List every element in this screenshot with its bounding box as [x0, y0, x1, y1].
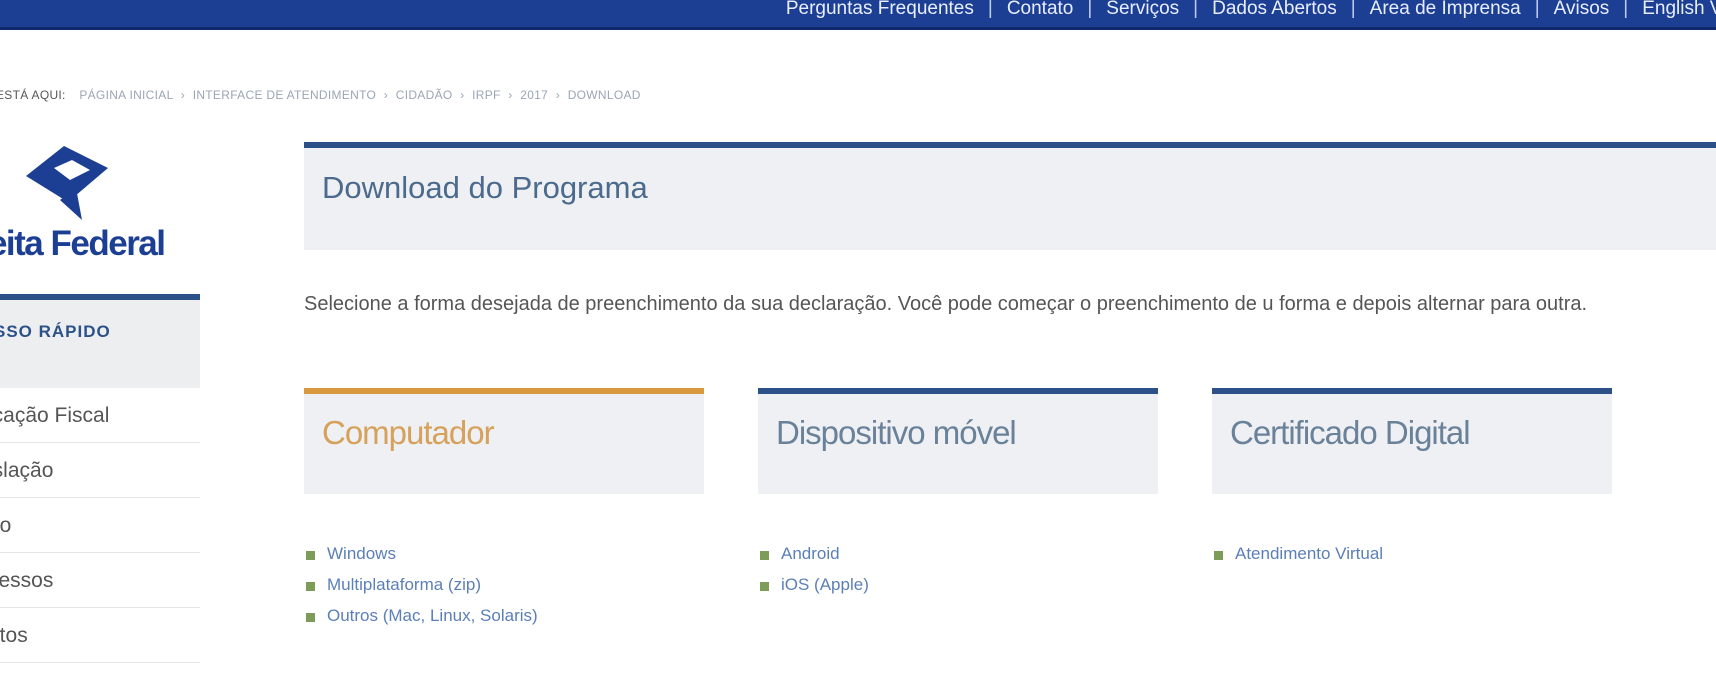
topnav-separator: | [1623, 0, 1629, 19]
top-navigation-bar: Perguntas Frequentes | Contato | Serviço… [0, 0, 1716, 30]
page-title-panel: Download do Programa [304, 142, 1716, 250]
intro-text: Selecione a forma desejada de preenchime… [304, 293, 1588, 315]
computer-download-links: Windows Multiplataforma (zip) Outros (Ma… [306, 538, 538, 631]
link-bullet-icon [760, 551, 769, 560]
topnav-separator: | [1087, 0, 1093, 19]
download-link-android[interactable]: Android [781, 544, 840, 564]
breadcrumb: ESTÁ AQUI: PÁGINA INICIAL › INTERFACE DE… [0, 88, 641, 102]
sidebar-item-5[interactable]: utos [0, 608, 200, 663]
list-item: Android [760, 538, 869, 569]
topnav-link-notices[interactable]: Avisos [1554, 0, 1610, 20]
download-link-others[interactable]: Outros (Mac, Linux, Solaris) [327, 606, 538, 626]
link-bullet-icon [1214, 551, 1223, 560]
list-item: Atendimento Virtual [1214, 538, 1383, 569]
mobile-download-links: Android iOS (Apple) [760, 538, 869, 600]
download-link-ios[interactable]: iOS (Apple) [781, 575, 869, 595]
sidebar-header-label: SSO RÁPIDO [0, 322, 111, 341]
link-bullet-icon [760, 582, 769, 591]
link-bullet-icon [306, 613, 315, 622]
card-digital-certificate: Certificado Digital [1212, 388, 1612, 494]
certificate-links: Atendimento Virtual [1214, 538, 1383, 569]
download-link-windows[interactable]: Windows [327, 544, 396, 564]
breadcrumb-label: ESTÁ AQUI: [0, 88, 66, 102]
sidebar-item-legislation[interactable]: islação [0, 443, 200, 498]
list-item: Windows [306, 538, 538, 569]
topnav-separator: | [1193, 0, 1199, 19]
quick-access-sidebar: SSO RÁPIDO icação Fiscal islação ão cess… [0, 294, 200, 663]
sidebar-header: SSO RÁPIDO [0, 294, 200, 388]
sidebar-item-processes[interactable]: cessos [0, 553, 200, 608]
topnav-separator: | [1534, 0, 1540, 19]
topnav-link-press[interactable]: Área de Imprensa [1370, 0, 1521, 20]
card-title: Certificado Digital [1230, 414, 1471, 451]
breadcrumb-separator: › [460, 88, 465, 102]
site-logo[interactable]: ceita Federal [0, 140, 210, 270]
link-virtual-service[interactable]: Atendimento Virtual [1235, 544, 1383, 564]
breadcrumb-citizen[interactable]: CIDADÃO [396, 88, 453, 102]
card-computer: Computador [304, 388, 704, 494]
breadcrumb-interface[interactable]: INTERFACE DE ATENDIMENTO [193, 88, 376, 102]
page-title: Download do Programa [322, 170, 648, 205]
top-nav-links: Perguntas Frequentes | Contato | Serviço… [786, 0, 1716, 20]
breadcrumb-home[interactable]: PÁGINA INICIAL [79, 88, 173, 102]
list-item: iOS (Apple) [760, 569, 869, 600]
card-title: Dispositivo móvel [776, 414, 1017, 451]
breadcrumb-separator: › [180, 88, 186, 102]
topnav-separator: | [987, 0, 993, 19]
breadcrumb-irpf[interactable]: IRPF [472, 88, 501, 102]
logo-text: ceita Federal [0, 224, 166, 263]
breadcrumb-separator: › [508, 88, 513, 102]
link-bullet-icon [306, 582, 315, 591]
topnav-link-faq[interactable]: Perguntas Frequentes [786, 0, 974, 20]
link-bullet-icon [306, 551, 315, 560]
breadcrumb-year[interactable]: 2017 [520, 88, 548, 102]
topnav-link-services[interactable]: Serviços [1106, 0, 1179, 20]
list-item: Outros (Mac, Linux, Solaris) [306, 600, 538, 631]
list-item: Multiplataforma (zip) [306, 569, 538, 600]
card-mobile: Dispositivo móvel [758, 388, 1158, 494]
breadcrumb-separator: › [383, 88, 389, 102]
breadcrumb-separator: › [555, 88, 561, 102]
topnav-link-contact[interactable]: Contato [1007, 0, 1074, 20]
sidebar-item-fiscal-education[interactable]: icação Fiscal [0, 388, 200, 443]
card-title: Computador [322, 414, 495, 451]
topnav-link-open-data[interactable]: Dados Abertos [1212, 0, 1337, 20]
topnav-separator: | [1350, 0, 1356, 19]
download-link-multiplatform[interactable]: Multiplataforma (zip) [327, 575, 481, 595]
receita-federal-logo-icon [26, 146, 108, 220]
topnav-link-english[interactable]: English Ve [1642, 0, 1716, 20]
sidebar-item-3[interactable]: ão [0, 498, 200, 553]
breadcrumb-current: DOWNLOAD [567, 88, 641, 102]
